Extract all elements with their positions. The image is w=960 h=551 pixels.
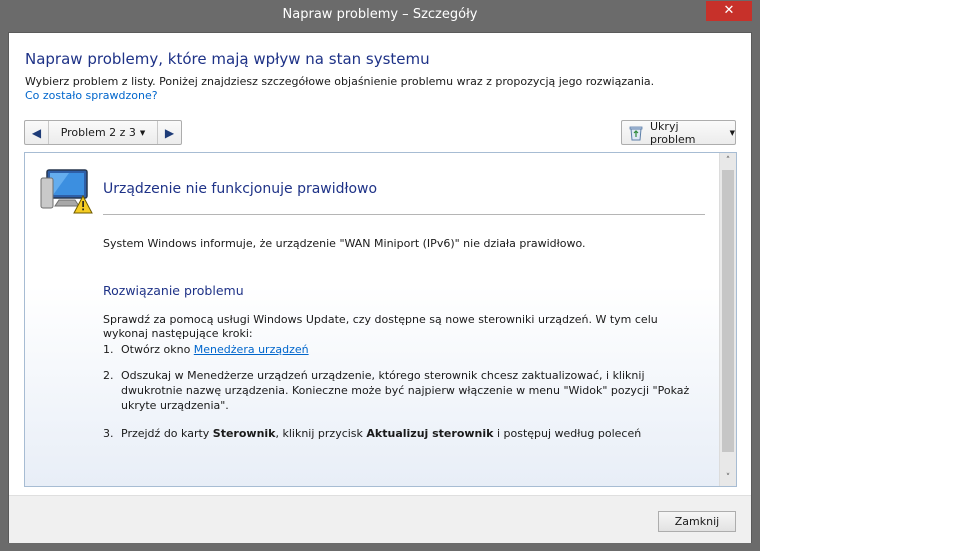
step-number: 3. [103,427,114,440]
chevron-down-icon: ▼ [729,128,735,137]
arrow-left-icon: ◀ [31,125,42,140]
window-title: Napraw problemy – Szczegóły [282,7,478,22]
solution-intro: Sprawdź za pomocą usługi Windows Update,… [103,313,658,340]
divider [103,214,705,215]
step-number: 2. [103,369,114,382]
page-title: Napraw problemy, które mają wpływ na sta… [25,50,430,68]
problem-title: Urządzenie nie funkcjonuje prawidłowo [103,181,378,197]
what-was-checked-link[interactable]: Co zostało sprawdzone? [25,89,158,102]
problem-selector-label: Problem 2 z 3 [60,126,136,139]
step-text: Przejdź do karty Sterownik, kliknij przy… [121,426,693,441]
step-number: 1. [103,343,114,356]
device-warning-icon [39,166,95,216]
next-problem-button[interactable]: ▶ [157,121,181,144]
step-text: Odszukaj w Menedżerze urządzeń urządzeni… [121,369,690,412]
update-driver-button-name: Aktualizuj sterownik [366,427,494,440]
title-bar[interactable]: Napraw problemy – Szczegóły ✕ [0,0,760,32]
scroll-thumb[interactable] [722,170,734,452]
recycle-bin-icon [628,125,644,141]
problem-selector-dropdown[interactable]: Problem 2 z 3 ▼ [49,121,157,144]
step-text-part: Przejdź do karty [121,427,213,440]
problem-navigator: ◀ Problem 2 z 3 ▼ ▶ [24,120,182,145]
driver-tab-name: Sterownik [212,427,276,440]
close-button[interactable]: Zamknij [658,511,736,532]
dialog-footer: Zamknij [9,495,751,543]
step-text-part: i postępuj według poleceń [493,427,642,440]
step-text: Otwórz okno Menedżera urządzeń [121,342,693,357]
hide-problem-label: Ukryj problem [650,119,696,146]
step-text-part: , kliknij przycisk [275,427,367,440]
arrow-right-icon: ▶ [164,125,175,140]
hide-problem-button[interactable]: Ukryj problem ▼ [621,119,736,146]
chevron-down-icon: ▼ [139,128,146,137]
problem-details-panel: Urządzenie nie funkcjonuje prawidłowo Sy… [24,152,737,487]
step-text-part: Otwórz okno [121,343,194,356]
window-close-button[interactable]: ✕ [706,1,752,21]
scroll-down-button[interactable]: ˅ [720,470,736,486]
dialog-window: Napraw problemy – Szczegóły ✕ Napraw pro… [0,0,760,551]
dialog-content: Napraw problemy, które mają wpływ na sta… [8,32,752,543]
chevron-down-icon: ˅ [725,473,731,483]
scroll-up-button[interactable]: ˄ [720,153,736,169]
chevron-up-icon: ˄ [725,156,731,166]
vertical-scrollbar[interactable]: ˄ ˅ [719,153,736,486]
problem-description: System Windows informuje, że urządzenie … [103,237,586,250]
previous-problem-button[interactable]: ◀ [25,121,49,144]
solution-heading: Rozwiązanie problemu [103,283,244,298]
device-manager-link[interactable]: Menedżera urządzeń [194,343,309,356]
page-description: Wybierz problem z listy. Poniżej znajdzi… [25,75,655,88]
